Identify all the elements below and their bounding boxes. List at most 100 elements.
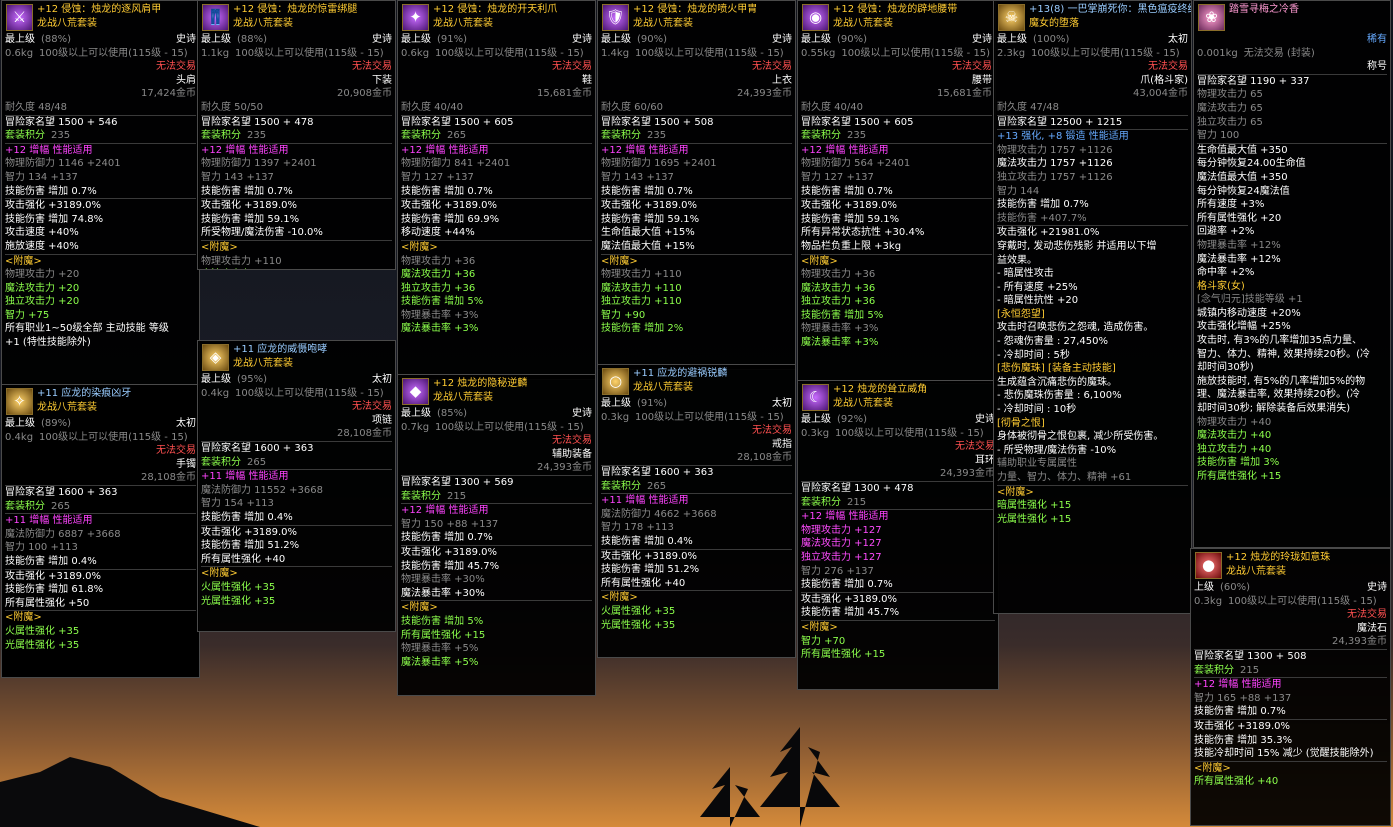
stat-label: 最上级 xyxy=(401,408,431,419)
stat-line: 魔法暴击率 +3% xyxy=(401,322,592,336)
stat-line: 物理攻击力 +110 xyxy=(601,268,792,282)
stat-line: 技能伤害 增加 0.7% xyxy=(401,531,592,545)
stat-label: 物理防御力 1695 +2401 xyxy=(601,158,717,170)
stat-line: 物理暴击率 +5% xyxy=(401,642,592,656)
stat-line: 物品栏负重上限 +3kg xyxy=(801,240,992,254)
stat-line: 魔法值最大值 +350 xyxy=(1197,171,1387,185)
stat-line: 魔法攻击力 +36 xyxy=(401,268,592,282)
stat-line: 所有异常状态抗性 +30.4% xyxy=(801,226,992,240)
stat-line: 独立攻击力 +36 xyxy=(401,282,592,296)
stat-label: 物理防御力 1146 +2401 xyxy=(5,158,121,170)
stat-label: 技能伤害 增加 59.1% xyxy=(201,213,300,225)
stat-label: 技能伤害 增加 69.9% xyxy=(401,213,500,225)
stat-label: 耐久度 40/40 xyxy=(801,101,863,113)
stat-label: 技能伤害 增加 5% xyxy=(401,615,484,627)
stone-icon: ● xyxy=(1195,552,1222,579)
stat-label: 火属性强化 +35 xyxy=(201,581,276,593)
stat-label: 智力 127 +137 xyxy=(801,171,874,183)
stat-line: 物理攻击力 +36 xyxy=(401,255,592,269)
stat-line: 戒指 xyxy=(601,438,792,452)
stat-label: +12 增幅 性能适用 xyxy=(601,144,689,156)
stat-label: 智力 100 +113 xyxy=(5,542,78,554)
stat-line: 2.3kg 100级以上可以使用(115级 - 15) xyxy=(997,47,1188,61)
stat-line: 无法交易 xyxy=(997,60,1188,74)
stat-line: 最上级 (91%) 史诗 xyxy=(401,33,592,47)
item-name: +12 侵蚀：烛龙的惊雷绑腿 xyxy=(233,4,358,15)
stat-line: 20,908金币 xyxy=(201,87,392,101)
stat-label: 攻击时召唤悲伤之怨魂, 造成伤害。 xyxy=(997,322,1154,334)
stat-label: 智力 150 +88 +137 xyxy=(401,518,499,530)
stat-label: <附魔> xyxy=(997,486,1034,498)
stat-label: 智力 +90 xyxy=(601,309,646,321)
stat-line: 0.6kg 100级以上可以使用(115级 - 15) xyxy=(5,47,196,61)
stat-label: 魔法攻击力 1757 +1126 xyxy=(997,158,1113,170)
stat-line: 技能伤害 增加 0.7% xyxy=(5,185,196,199)
stat-label: - 悲伤魔珠伤害量 : 6,100% xyxy=(997,390,1122,402)
stat-label: [永恒怨望] xyxy=(997,308,1045,320)
stat-label: 所有速度 +3% xyxy=(1197,199,1265,211)
stat-line: 技能伤害 增加 0.7% xyxy=(601,185,792,199)
stat-line: 物理攻击力 1757 +1126 xyxy=(997,144,1188,158)
stat-line: 冒险家名望 1500 + 478 xyxy=(201,114,392,130)
stat-line: [念气归元]技能等级 +1 xyxy=(1197,293,1387,307)
stat-label: 智力 154 +113 xyxy=(201,498,274,510)
stat-line: 物理防御力 1397 +2401 xyxy=(201,157,392,171)
stat-line: 穿戴时, 发动悲伤残影 并适用以下增 xyxy=(997,240,1188,254)
stat-label: 物理暴击率 +12% xyxy=(1197,239,1281,251)
stat-label: 魔法攻击力 +110 xyxy=(601,282,682,294)
stat-label: 光属性强化 +35 xyxy=(201,595,276,607)
stat-line: 无法交易 xyxy=(401,434,592,448)
stat-label: 0.4kg xyxy=(5,431,34,443)
stat-right: 无法交易 xyxy=(752,61,792,73)
stat-line: 力量、智力、体力、精神 +61 xyxy=(997,471,1188,485)
stat-line: 魔法攻击力 +20 xyxy=(5,282,196,296)
stat-label: 最上级 xyxy=(801,414,831,425)
stat-line: 移动速度 +44% xyxy=(401,226,592,240)
tooltip-header: ❀ 踏雪寻梅之冷香 xyxy=(1197,3,1387,33)
stat-line: 无法交易 xyxy=(801,60,992,74)
pine-tree xyxy=(760,727,840,827)
stat-right: 史诗 xyxy=(772,34,792,45)
stat-label: 最上级 xyxy=(801,34,831,45)
stat-line: 无法交易 xyxy=(601,424,792,438)
stat-label: <附魔> xyxy=(5,612,42,624)
stat-label: 0.4kg xyxy=(201,387,230,399)
stat-line: 魔法攻击力 65 xyxy=(1197,102,1387,116)
stat-label: [彻骨之恨] xyxy=(997,417,1045,429)
stat-line: 0.55kg 100级以上可以使用(115级 - 15) xyxy=(801,47,992,61)
stat-label: 魔法攻击力 +20 xyxy=(5,282,80,294)
stat-line: 28,108金币 xyxy=(601,451,792,465)
stat-label: 独立攻击力 +36 xyxy=(801,296,876,308)
stat-detail: (85%) xyxy=(437,408,468,419)
stat-line: 物理攻击力 65 xyxy=(1197,88,1387,102)
stat-line: 独立攻击力 65 xyxy=(1197,116,1387,130)
stat-label: 物理暴击率 +30% xyxy=(401,574,485,586)
stat-label: 独立攻击力 65 xyxy=(1197,116,1263,128)
stat-line: 物理暴击率 +30% xyxy=(401,573,592,587)
stat-line: 项链 xyxy=(201,414,392,428)
stat-label: 魔法暴击率 +3% xyxy=(801,337,879,349)
tooltip-header: 👖 +12 侵蚀：烛龙的惊雷绑腿 龙战八荒套装 xyxy=(201,3,392,33)
stat-label: 冒险家名望 1600 + 363 xyxy=(201,442,314,454)
item-tooltip: ☾ +12 烛龙的耸立威角 龙战八荒套装 最上级 (92%) 史诗 0.3kg 100级以上可… xyxy=(797,380,999,690)
stat-label: - 冷却时间 : 5秒 xyxy=(997,349,1070,361)
stat-label: 智力 134 +137 xyxy=(5,171,78,183)
item-tooltip: ● +12 烛龙的玲珑如意珠 龙战八荒套装 上级 (60%) 史诗 0.3kg 100级以上可… xyxy=(1190,548,1391,826)
stat-line: - 所受物理/魔法伤害 -10% xyxy=(997,444,1188,458)
stat-line: 技能伤害 增加 35.3% xyxy=(1194,734,1387,748)
item-name: +12 侵蚀：烛龙的喷火甲胄 xyxy=(633,4,758,15)
stat-line: - 暗属性攻击 xyxy=(997,267,1188,281)
stat-detail: (90%) xyxy=(637,34,668,45)
stat-label: 技能伤害 增加 35.3% xyxy=(1194,734,1293,746)
stat-label: 最上级 xyxy=(201,374,231,385)
stat-line: 套装积分 265 xyxy=(201,456,392,470)
stat-line: <附魔> xyxy=(401,239,592,255)
stat-line: 最上级 (89%) 太初 xyxy=(5,417,196,431)
stat-detail: 100级以上可以使用(115级 - 15) xyxy=(841,47,991,59)
stat-line: 上级 (60%) 史诗 xyxy=(1194,581,1387,595)
stat-label: 所有属性强化 +20 xyxy=(1197,212,1282,224)
stat-line: 益效果。 xyxy=(997,254,1188,268)
stat-line: 魔法防御力 11552 +3668 xyxy=(201,484,392,498)
stat-label: 魔法值最大值 +350 xyxy=(1197,171,1288,183)
stat-right: 无法交易 xyxy=(1148,61,1188,73)
